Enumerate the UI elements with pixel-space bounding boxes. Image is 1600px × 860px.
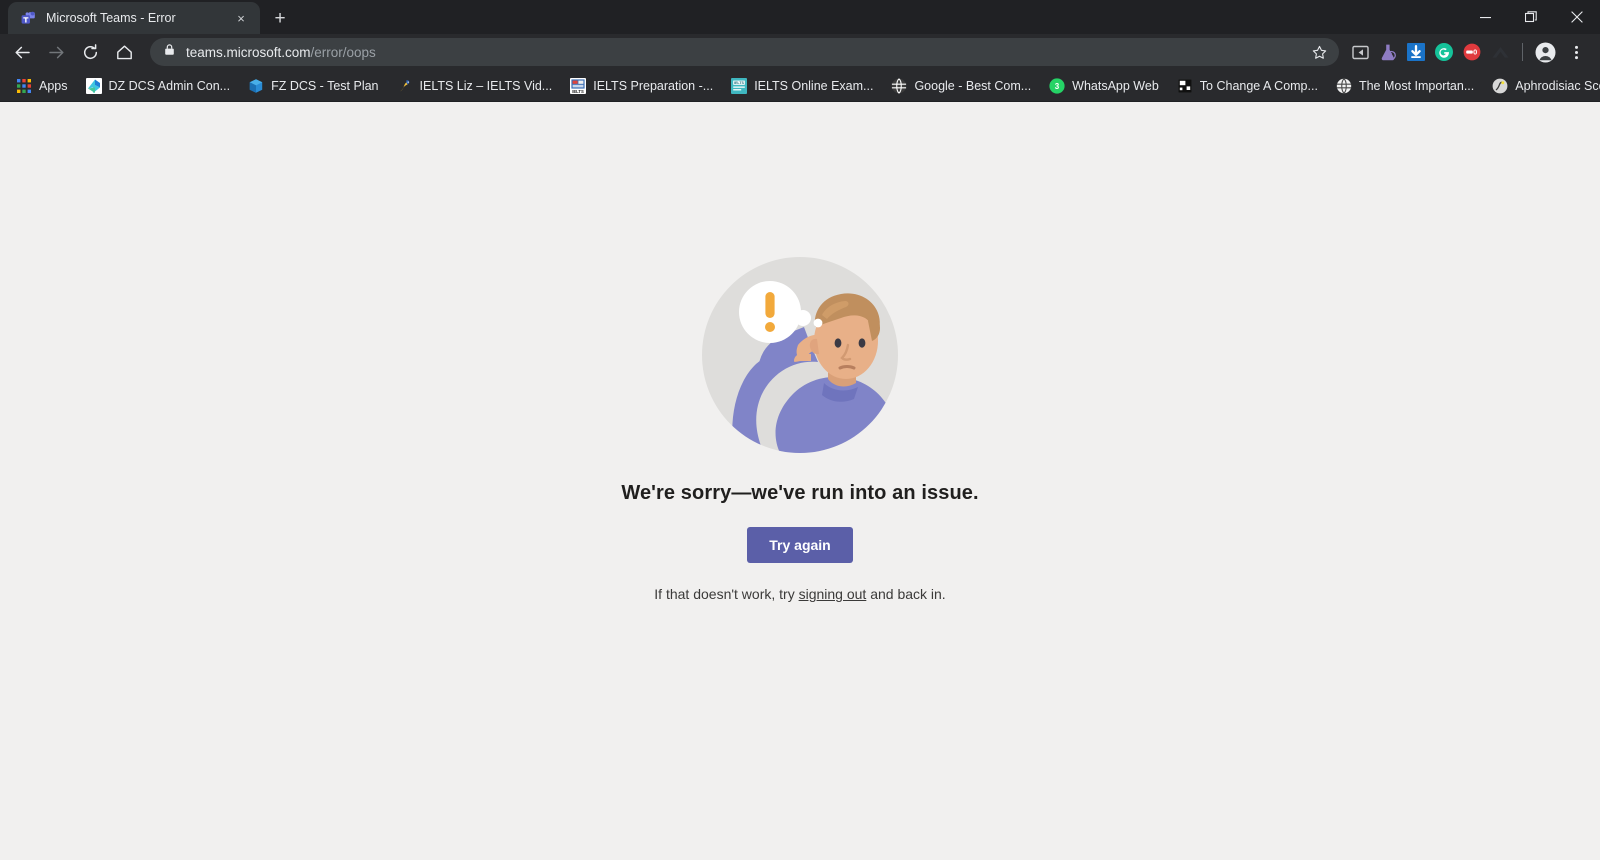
lock-icon [163, 43, 176, 61]
bookmark-whatsapp-web[interactable]: 3 WhatsApp Web [1041, 74, 1167, 98]
bookmark-dz-dcs-admin[interactable]: DZ DCS Admin Con... [78, 74, 239, 98]
bookmark-label: To Change A Comp... [1199, 78, 1318, 93]
bookmark-label: FZ DCS - Test Plan [271, 78, 379, 93]
ielts-prep-icon: IELTS [570, 77, 587, 94]
reload-button[interactable] [74, 37, 106, 67]
bookmark-fz-dcs-test-plan[interactable]: FZ DCS - Test Plan [240, 74, 386, 98]
scent-icon [1492, 78, 1508, 94]
whatsapp-icon: 3 [1049, 77, 1065, 94]
bookmark-ielts-preparation[interactable]: IELTS IELTS Preparation -... [562, 74, 721, 98]
svg-text:3: 3 [1055, 82, 1060, 91]
browser-window: Microsoft Teams - Error × + teams.micros… [0, 0, 1600, 860]
bookmark-label: Apps [39, 78, 68, 93]
signout-hint: If that doesn't work, try signing out an… [654, 586, 945, 602]
ielts-online-icon: IELTS [731, 77, 748, 94]
three-dot-menu-icon[interactable] [1560, 37, 1592, 67]
ielts-liz-icon [397, 78, 413, 94]
window-controls [1462, 0, 1600, 34]
bookmark-label: IELTS Liz – IELTS Vid... [419, 78, 553, 93]
signing-out-link[interactable]: signing out [799, 586, 867, 602]
bookmark-label: Google - Best Com... [914, 78, 1032, 93]
teams-icon [20, 10, 37, 27]
toolbar-divider [1522, 43, 1523, 61]
bookmark-label: IELTS Preparation -... [593, 78, 714, 93]
adblock-extension-icon[interactable]: 0 [1459, 39, 1485, 65]
page-title: We're sorry—we've run into an issue. [621, 482, 979, 504]
nord-vpn-extension-icon[interactable] [1487, 39, 1513, 65]
bookmark-star-icon[interactable] [1307, 40, 1331, 64]
bookmark-aphrodisiac-scents[interactable]: Aphrodisiac Scents [1484, 74, 1600, 98]
forward-button[interactable] [40, 37, 72, 67]
globe-icon [1336, 77, 1352, 94]
url-path: /error/oops [310, 44, 376, 60]
profile-avatar-icon[interactable] [1532, 39, 1558, 65]
bookmark-ielts-online-exam[interactable]: IELTS IELTS Online Exam... [723, 74, 881, 98]
bookmark-to-change-a-comp[interactable]: To Change A Comp... [1169, 74, 1326, 98]
bookmark-label: Aphrodisiac Scents [1515, 78, 1600, 93]
bookmarks-bar: Apps DZ DCS Admin Con... FZ DCS - Test P… [0, 70, 1600, 102]
address-bar[interactable]: teams.microsoft.com/error/oops [150, 38, 1339, 66]
bookmark-ielts-liz[interactable]: IELTS Liz – IELTS Vid... [389, 74, 561, 98]
tab-close-icon[interactable]: × [232, 9, 250, 27]
signout-hint-prefix: If that doesn't work, try [654, 586, 799, 602]
media-cast-extension-icon[interactable] [1347, 39, 1373, 65]
url-domain: teams.microsoft.com [186, 44, 311, 60]
grammarly-extension-icon[interactable] [1431, 39, 1457, 65]
bookmark-label: WhatsApp Web [1072, 78, 1159, 93]
lab-flask-extension-icon[interactable] [1375, 39, 1401, 65]
bookmark-google-best-com[interactable]: Google - Best Com... [883, 74, 1039, 98]
svg-text:0: 0 [1473, 48, 1477, 57]
download-manager-extension-icon[interactable] [1403, 39, 1429, 65]
azure-testplan-icon [248, 78, 264, 94]
bookmark-label: The Most Importan... [1358, 78, 1475, 93]
bookmark-the-most-importan[interactable]: The Most Importan... [1328, 74, 1482, 98]
home-button[interactable] [108, 37, 140, 67]
apps-grid-icon [16, 78, 32, 94]
bookmark-label: IELTS Online Exam... [754, 78, 874, 93]
signout-hint-suffix: and back in. [866, 586, 946, 602]
globe-icon [891, 77, 907, 94]
generic-page-icon [1177, 78, 1193, 94]
svg-text:IELTS: IELTS [572, 88, 584, 93]
bookmark-apps[interactable]: Apps [8, 74, 76, 98]
browser-toolbar: teams.microsoft.com/error/oops 0 [0, 34, 1600, 70]
azure-devops-icon [85, 77, 102, 94]
try-again-button[interactable]: Try again [747, 527, 853, 563]
browser-tab[interactable]: Microsoft Teams - Error × [8, 2, 260, 34]
maximize-restore-button[interactable] [1508, 0, 1554, 34]
bookmark-label: DZ DCS Admin Con... [108, 78, 231, 93]
person-confused-illustration [702, 257, 898, 453]
close-button[interactable] [1554, 0, 1600, 34]
url-text: teams.microsoft.com/error/oops [186, 45, 376, 60]
svg-text:IELTS: IELTS [734, 81, 745, 85]
back-button[interactable] [6, 37, 38, 67]
minimize-button[interactable] [1462, 0, 1508, 34]
tab-title: Microsoft Teams - Error [46, 11, 176, 25]
tab-strip: Microsoft Teams - Error × + [0, 0, 1600, 34]
new-tab-button[interactable]: + [266, 4, 294, 32]
error-page: We're sorry—we've run into an issue. Try… [0, 102, 1600, 860]
